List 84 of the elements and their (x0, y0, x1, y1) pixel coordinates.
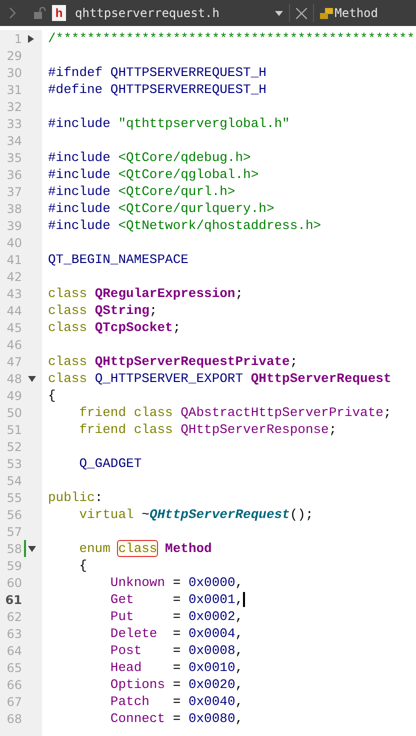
line-number: 29 (6, 48, 22, 64)
line-number: 33 (6, 116, 22, 132)
line-number: 41 (6, 252, 22, 268)
code-line: { (78, 557, 88, 574)
code-line: class QRegularExpression; (48, 285, 244, 302)
line-number: 59 (6, 558, 22, 574)
line-number: 32 (6, 98, 22, 116)
line-number: 38 (6, 200, 22, 218)
line-number: 65 (6, 660, 22, 676)
code-line: Delete = 0x0004, (109, 625, 244, 642)
line-number: 57 (6, 524, 22, 540)
line-number: 55 (6, 490, 22, 506)
code-line: Put = 0x0002, (109, 608, 244, 625)
line-number: 39 (6, 218, 22, 234)
line-number: 64 (6, 642, 22, 660)
line-number: 30 (6, 64, 22, 82)
close-icon[interactable] (296, 8, 307, 18)
line-number: 46 (6, 336, 22, 354)
line-number: 44 (6, 302, 22, 320)
line-number: 1 (13, 30, 22, 48)
line-number: 34 (6, 132, 22, 150)
line-number: 60 (6, 574, 22, 592)
line-number: 52 (6, 438, 22, 456)
code-line: Head = 0x0010, (109, 659, 244, 676)
code-line: friend class QHttpServerResponse; (78, 421, 337, 438)
code-line: class QHttpServerRequestPrivate; (48, 353, 298, 370)
line-number: 37 (6, 184, 22, 200)
lock-icon[interactable] (34, 7, 46, 19)
line-number: 67 (6, 694, 22, 710)
chevron-right-icon[interactable] (9, 7, 16, 19)
code-line: /********************************************** (48, 30, 415, 47)
line-number: 48 (6, 370, 22, 388)
code-line: { (48, 387, 56, 404)
code-line: virtual ~QHttpServerRequest(); (78, 506, 314, 523)
collapsed-arrow-icon[interactable] (28, 34, 34, 42)
code-line: Get = 0x0001, (109, 591, 244, 608)
code-line: #include <QtCore/qdebug.h> (48, 149, 251, 166)
line-number: 40 (6, 234, 22, 252)
code-line: #define QHTTPSERVERREQUEST_H (48, 81, 266, 98)
code-line: class Q_HTTPSERVER_EXPORT QHttpServerRequest (48, 370, 392, 387)
code-line: Patch = 0x0040, (109, 693, 244, 710)
line-number: 35 (6, 150, 22, 166)
code-line: Options = 0x0020, (109, 676, 244, 693)
line-number: 31 (6, 82, 22, 98)
code-line: #include <QtCore/qglobal.h> (48, 166, 259, 183)
line-number: 51 (6, 422, 22, 438)
line-number: 62 (6, 608, 22, 626)
code-line: QT_BEGIN_NAMESPACE (48, 251, 188, 268)
code-line: friend class QAbstractHttpServerPrivate; (78, 404, 392, 421)
line-number: 61 (4, 592, 22, 608)
code-line: class QTcpSocket; (48, 319, 181, 336)
code-line: class QString; (48, 302, 158, 319)
blocks-icon (320, 8, 333, 18)
code-line: Connect = 0x0080, (109, 710, 244, 727)
line-number: 68 (6, 710, 22, 728)
code-line: #include "qthttpserverglobal.h" (48, 115, 290, 132)
line-number: 56 (6, 506, 22, 524)
code-line: enum class Method (78, 540, 212, 557)
expanded-arrow-icon[interactable] (28, 376, 36, 382)
expanded-arrow-icon[interactable] (28, 546, 36, 552)
line-number: 43 (6, 286, 22, 302)
line-number: 49 (6, 388, 22, 404)
line-number: 66 (6, 676, 22, 694)
line-number: 53 (6, 456, 22, 472)
line-number: 45 (6, 320, 22, 336)
code-line: #ifndef QHTTPSERVERREQUEST_H (48, 64, 266, 81)
code-line: Post = 0x0008, (109, 642, 244, 659)
code-line: Unknown = 0x0000, (109, 574, 244, 591)
dropdown-caret-icon[interactable] (274, 10, 283, 16)
code-line: #include <QtNetwork/qhostaddress.h> (48, 217, 322, 234)
code-line: #include <QtCore/qurlquery.h> (48, 200, 274, 217)
code-line: Q_GADGET (78, 455, 142, 472)
line-number: 54 (6, 472, 22, 490)
symbol-selector[interactable]: Method (334, 4, 378, 22)
code-line: #include <QtCore/qurl.h> (48, 183, 236, 200)
line-number: 42 (6, 268, 22, 286)
code-line: public: (48, 489, 103, 506)
file-type-badge: h (52, 5, 66, 21)
line-number: 36 (6, 166, 22, 184)
line-number: 47 (6, 354, 22, 370)
file-name[interactable]: qhttpserverrequest.h (75, 4, 220, 22)
line-number: 50 (6, 404, 22, 422)
line-number: 58 (6, 540, 22, 558)
line-number: 63 (6, 626, 22, 642)
